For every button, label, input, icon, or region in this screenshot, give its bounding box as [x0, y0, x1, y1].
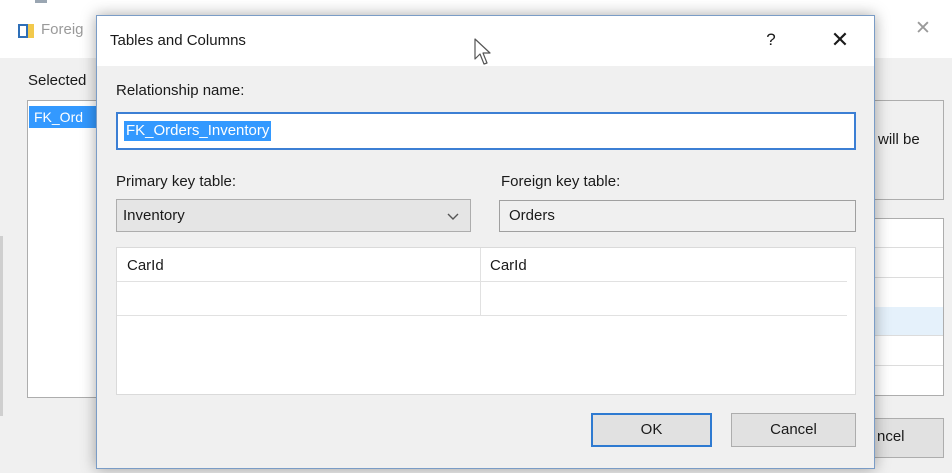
grid-scroll-gutter	[847, 248, 855, 394]
primary-key-table-label: Primary key table:	[116, 173, 237, 190]
background-window-title: Foreig	[41, 21, 84, 38]
relationship-name-label: Relationship name:	[116, 82, 245, 99]
relationship-list[interactable]: FK_Ord	[27, 100, 101, 398]
selected-relationship-label: Selected	[28, 72, 87, 89]
mouse-pointer-icon	[474, 38, 491, 65]
primary-column-cell[interactable]: CarId	[127, 257, 164, 274]
close-icon[interactable]: ✕	[824, 25, 856, 55]
background-close-icon[interactable]: ✕	[908, 16, 938, 42]
foreign-key-table-field: Orders	[499, 200, 856, 232]
primary-key-table-select[interactable]: Inventory	[116, 199, 471, 232]
ok-button[interactable]: OK	[591, 413, 712, 447]
relationship-name-input[interactable]: FK_Orders_Inventory	[116, 112, 856, 150]
properties-grid[interactable]	[870, 218, 944, 396]
app-icon	[18, 24, 34, 38]
tables-and-columns-dialog: Tables and Columns ? ✕ Relationship name…	[96, 15, 875, 469]
chevron-down-icon	[447, 213, 459, 220]
description-box	[870, 100, 944, 200]
relationship-name-value: FK_Orders_Inventory	[124, 121, 272, 141]
primary-key-table-value: Inventory	[123, 207, 185, 224]
background-cancel-label: ncel	[877, 428, 905, 445]
foreign-column-cell[interactable]: CarId	[490, 257, 527, 274]
dialog-title: Tables and Columns	[110, 32, 246, 49]
table-row[interactable]	[117, 282, 847, 316]
background-top-strip	[35, 0, 47, 3]
foreign-key-table-label: Foreign key table:	[501, 173, 621, 190]
foreign-key-table-value: Orders	[509, 207, 555, 224]
table-row[interactable]: CarId CarId	[117, 248, 847, 282]
column-divider	[480, 248, 481, 316]
description-text: will be	[878, 131, 920, 148]
background-edge	[0, 236, 3, 416]
list-item[interactable]: FK_Ord	[29, 106, 99, 128]
columns-mapping-grid[interactable]: CarId CarId	[116, 247, 856, 395]
help-button[interactable]: ?	[757, 26, 785, 54]
cancel-button[interactable]: Cancel	[731, 413, 856, 447]
